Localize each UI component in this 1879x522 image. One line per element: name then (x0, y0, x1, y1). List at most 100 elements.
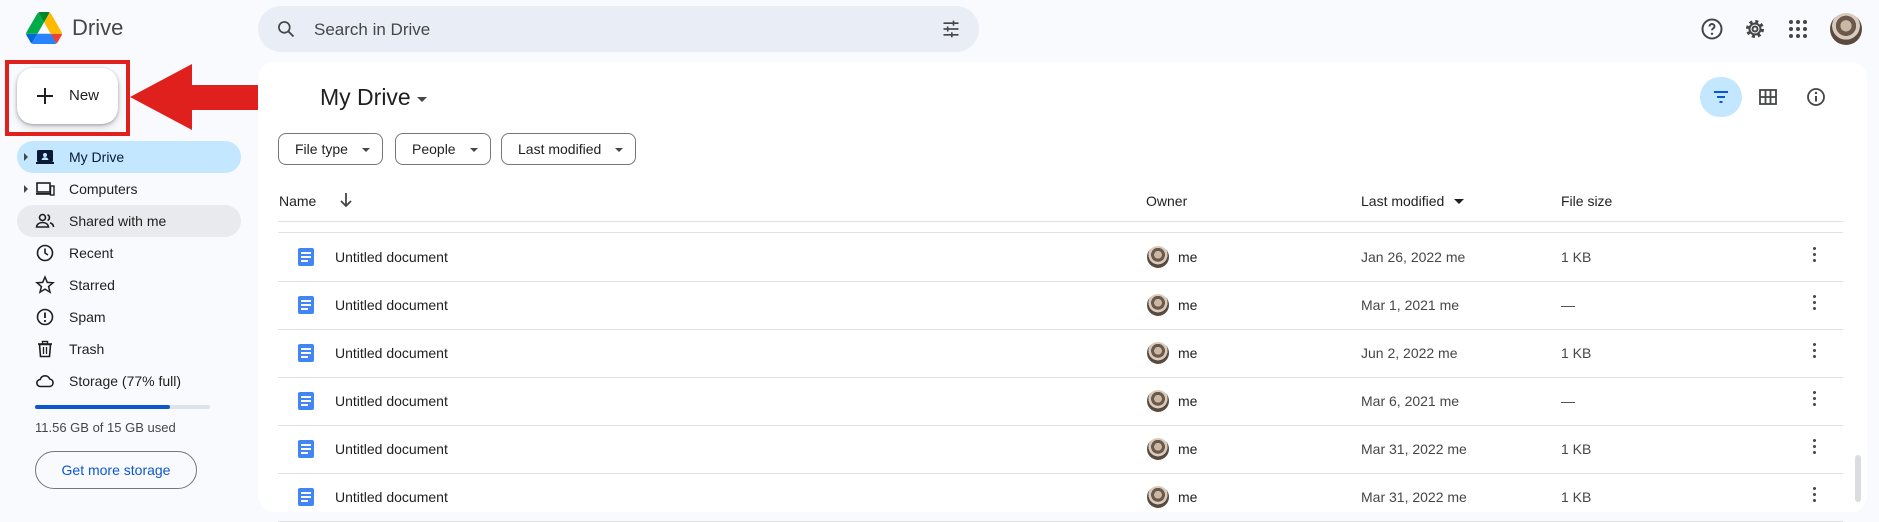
sidebar-item-label: Storage (77% full) (69, 373, 182, 389)
page-title[interactable]: My Drive (320, 84, 427, 111)
sidebar-item-my-drive[interactable]: My Drive (17, 141, 241, 173)
file-name: Untitled document (335, 393, 448, 409)
filter-chip-label: Last modified (518, 141, 602, 157)
sidebar-item-shared-with-me[interactable]: Shared with me (17, 205, 241, 237)
sidebar-item-computers[interactable]: Computers (17, 173, 241, 205)
storage-progress-bar (35, 405, 210, 409)
grid-view-icon[interactable] (1758, 87, 1778, 107)
filter-chip-label: File type (295, 141, 348, 157)
storage-usage-text: 11.56 GB of 15 GB used (35, 420, 176, 435)
file-size: 1 KB (1561, 345, 1592, 361)
column-header-owner[interactable]: Owner (1146, 193, 1187, 209)
settings-icon[interactable] (1743, 17, 1767, 41)
more-actions-icon[interactable] (1813, 343, 1817, 361)
chevron-down-icon (615, 148, 624, 152)
search-input[interactable]: Search in Drive (314, 20, 430, 40)
shared-icon (35, 213, 55, 228)
table-row[interactable]: Untitled document me Mar 1, 2021 me — (278, 281, 1843, 330)
table-row[interactable]: Untitled document me Mar 31, 2022 me 1 KB (278, 425, 1843, 474)
chevron-down-icon (361, 148, 370, 152)
more-actions-icon[interactable] (1813, 439, 1817, 457)
search-bar[interactable]: Search in Drive (258, 6, 979, 52)
apps-grid-icon[interactable] (1786, 17, 1810, 41)
google-docs-icon (298, 248, 314, 266)
file-owner: me (1178, 489, 1198, 505)
get-more-storage-button[interactable]: Get more storage (35, 451, 197, 489)
storage-progress-fill (35, 405, 170, 409)
file-size: 1 KB (1561, 249, 1592, 265)
google-docs-icon (298, 392, 314, 410)
sidebar-item-label: Shared with me (69, 213, 167, 229)
google-docs-icon (298, 344, 314, 362)
table-row[interactable]: Untitled document me Jun 2, 2022 me 1 KB (278, 329, 1843, 378)
filter-chip-label: People (412, 141, 456, 157)
file-owner: me (1178, 249, 1198, 265)
owner-avatar (1147, 390, 1169, 412)
sidebar-item-recent[interactable]: Recent (17, 237, 241, 269)
owner-avatar (1147, 438, 1169, 460)
table-row[interactable]: Untitled document me Mar 31, 2022 me 1 KB (278, 473, 1843, 522)
google-docs-icon (298, 488, 314, 506)
sidebar-item-label: Starred (69, 277, 115, 293)
cloud-icon (36, 375, 54, 388)
owner-avatar (1147, 486, 1169, 508)
filter-chip-file-type[interactable]: File type (278, 133, 383, 165)
file-size: — (1561, 297, 1575, 313)
chevron-down-icon (469, 148, 478, 152)
file-owner: me (1178, 345, 1198, 361)
file-name: Untitled document (335, 345, 448, 361)
google-docs-icon (298, 440, 314, 458)
computers-icon (36, 182, 55, 196)
sort-arrow-down-icon[interactable] (337, 191, 355, 209)
column-header-label: Last modified (1361, 193, 1445, 209)
expand-caret-icon[interactable] (24, 153, 28, 161)
app-title: Drive (72, 15, 124, 40)
file-last-modified: Mar 31, 2022 me (1361, 441, 1467, 457)
file-last-modified: Mar 1, 2021 me (1361, 297, 1460, 313)
table-row[interactable]: Untitled document me Jan 26, 2022 me 1 KB (278, 233, 1843, 282)
info-icon[interactable] (1806, 87, 1826, 107)
drive-logo[interactable]: Drive (26, 12, 123, 44)
sidebar-item-storage[interactable]: Storage (77% full) (17, 365, 241, 397)
filter-chip-last-modified[interactable]: Last modified (501, 133, 637, 165)
search-icon[interactable] (276, 19, 296, 39)
trash-icon (38, 340, 52, 358)
file-name: Untitled document (335, 441, 448, 457)
owner-avatar (1147, 294, 1169, 316)
file-size: 1 KB (1561, 489, 1592, 505)
file-name: Untitled document (335, 489, 448, 505)
column-header-last-modified[interactable]: Last modified (1361, 193, 1465, 209)
file-last-modified: Mar 6, 2021 me (1361, 393, 1460, 409)
more-actions-icon[interactable] (1813, 247, 1817, 265)
list-view-button[interactable] (1700, 77, 1742, 117)
file-name: Untitled document (335, 297, 448, 313)
expand-caret-icon[interactable] (24, 185, 28, 193)
file-size: — (1561, 393, 1575, 409)
help-icon[interactable] (1700, 17, 1724, 41)
filter-chip-people[interactable]: People (395, 133, 491, 165)
sidebar-item-spam[interactable]: Spam (17, 301, 241, 333)
table-row[interactable]: Untitled document me Mar 6, 2021 me — (278, 377, 1843, 426)
sidebar-item-label: Trash (69, 341, 105, 357)
owner-avatar (1147, 246, 1169, 268)
search-options-icon[interactable] (941, 19, 961, 39)
more-actions-icon[interactable] (1813, 487, 1817, 505)
file-owner: me (1178, 393, 1198, 409)
sidebar-item-starred[interactable]: Starred (17, 269, 241, 301)
file-owner: me (1178, 297, 1198, 313)
sidebar-item-trash[interactable]: Trash (17, 333, 241, 365)
more-actions-icon[interactable] (1813, 295, 1817, 313)
scrollbar[interactable] (1855, 455, 1861, 502)
google-docs-icon (298, 296, 314, 314)
spam-icon (36, 308, 54, 326)
sidebar-item-label: Computers (69, 181, 138, 197)
my-drive-icon (36, 150, 54, 164)
sidebar-item-label: My Drive (69, 149, 125, 165)
sidebar-item-label: Spam (69, 309, 106, 325)
more-actions-icon[interactable] (1813, 391, 1817, 409)
account-avatar[interactable] (1830, 13, 1862, 45)
file-last-modified: Mar 31, 2022 me (1361, 489, 1467, 505)
page-title-text: My Drive (320, 84, 411, 110)
column-header-name[interactable]: Name (279, 193, 316, 209)
column-header-file-size[interactable]: File size (1561, 193, 1612, 209)
